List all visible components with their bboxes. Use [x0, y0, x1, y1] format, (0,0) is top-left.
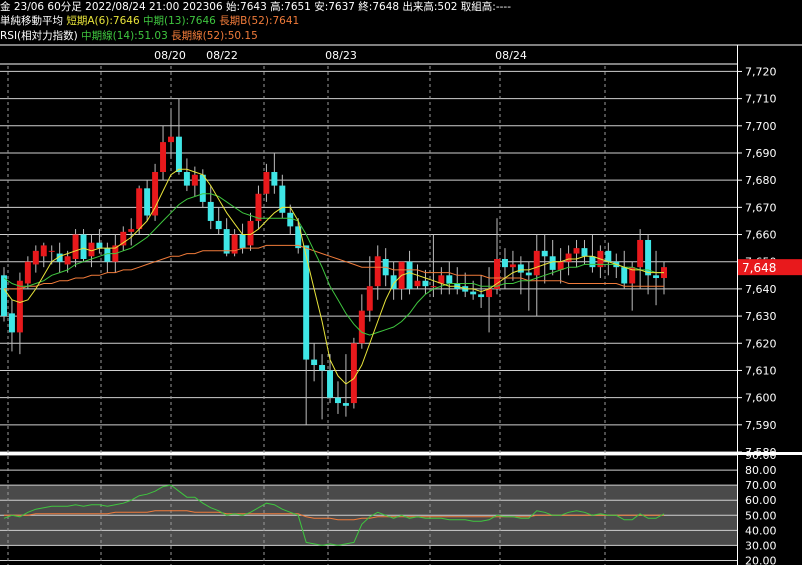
ma-mid-line: [3, 193, 664, 336]
stock-chart[interactable]: 7,5807,5907,6007,6107,6207,6307,6407,650…: [0, 0, 802, 565]
candle-body: [64, 256, 71, 265]
candle-body: [24, 261, 31, 284]
rsi-tick-label: 70.00: [745, 479, 777, 492]
candle-body: [414, 280, 421, 287]
candle-body: [128, 229, 135, 232]
rsi-tick-label: 90.00: [745, 449, 777, 462]
candle-body: [319, 365, 326, 371]
candle-body: [637, 239, 644, 268]
price-tick-label: 7,610: [745, 364, 777, 377]
candle-body: [311, 359, 318, 366]
candle-body: [573, 248, 580, 254]
candle-body: [48, 250, 55, 252]
candle-body: [303, 245, 310, 360]
candle-body: [406, 261, 413, 289]
price-tick-label: 7,690: [745, 147, 777, 160]
candle-body: [549, 256, 556, 270]
candle-body: [565, 253, 572, 262]
price-tick-label: 7,710: [745, 93, 777, 106]
candle-body: [88, 242, 95, 257]
candle-body: [374, 256, 381, 287]
candle-body: [120, 231, 127, 246]
candle-body: [605, 250, 612, 262]
price-tick-label: 7,680: [745, 174, 777, 187]
price-tick-label: 7,600: [745, 392, 777, 405]
candle-body: [215, 220, 222, 230]
candle-body: [136, 188, 143, 230]
candle-body: [509, 264, 516, 268]
candle-body: [446, 275, 453, 284]
candle-body: [263, 172, 270, 194]
candle-body: [438, 275, 445, 284]
candle-body: [430, 286, 437, 288]
candle-body: [525, 272, 532, 276]
candle-body: [653, 275, 660, 279]
candle-body: [501, 259, 508, 268]
date-label: 08/22: [206, 49, 238, 62]
candle-body: [40, 245, 47, 257]
date-label: 08/23: [325, 49, 357, 62]
rsi-tick-label: 50.00: [745, 509, 777, 522]
candle-body: [470, 291, 477, 295]
rsi-tick-label: 60.00: [745, 494, 777, 507]
price-tick-label: 7,620: [745, 337, 777, 350]
candle-body: [350, 343, 357, 404]
candle-body: [168, 136, 174, 143]
candle-body: [478, 294, 485, 298]
date-label: 08/20: [154, 49, 186, 62]
candle-body: [557, 261, 564, 270]
candle-body: [8, 313, 15, 333]
current-price-label: 7,648: [742, 261, 776, 275]
candle-body: [104, 248, 111, 262]
price-tick-label: 7,630: [745, 310, 777, 323]
price-tick-label: 7,670: [745, 201, 777, 214]
candle-body: [160, 142, 167, 173]
candle-body: [32, 250, 39, 265]
candle-body: [191, 174, 198, 186]
ma-short-line: [3, 168, 664, 385]
candle-body: [72, 234, 79, 259]
candle-body: [621, 267, 628, 284]
price-tick-label: 7,660: [745, 229, 777, 242]
candle-body: [327, 370, 334, 398]
candle-body: [517, 264, 524, 273]
candle-body: [144, 188, 151, 216]
candle-body: [287, 212, 294, 227]
candle-body: [96, 242, 103, 249]
ma-long-line: [4, 244, 664, 290]
rsi-tick-label: 20.00: [745, 554, 777, 565]
rsi-tick-label: 30.00: [745, 539, 777, 552]
rsi-tick-label: 40.00: [745, 524, 777, 537]
price-tick-label: 7,700: [745, 120, 777, 133]
candle-body: [589, 256, 596, 268]
rsi-tick-label: 80.00: [745, 464, 777, 477]
candle-body: [207, 201, 214, 221]
candle-body: [581, 248, 588, 257]
candle-body: [342, 403, 349, 406]
candle-body: [541, 250, 548, 257]
candle-body: [80, 234, 87, 259]
date-label: 08/24: [495, 49, 527, 62]
candle-body: [1, 275, 7, 317]
candle-body: [533, 250, 540, 276]
candle-body: [255, 193, 262, 221]
candle-body: [239, 234, 246, 249]
candle-body: [199, 174, 206, 202]
candle-body: [223, 229, 230, 254]
candle-body: [358, 310, 365, 344]
candle-body: [366, 286, 373, 311]
candle-body: [152, 172, 159, 216]
candle-body: [183, 172, 190, 186]
candle-body: [422, 280, 429, 287]
candle-body: [334, 397, 341, 404]
price-tick-label: 7,590: [745, 419, 777, 432]
candle-body: [271, 172, 278, 186]
price-tick-label: 7,640: [745, 283, 777, 296]
price-tick-label: 7,720: [745, 65, 777, 78]
candle-body: [175, 136, 182, 173]
